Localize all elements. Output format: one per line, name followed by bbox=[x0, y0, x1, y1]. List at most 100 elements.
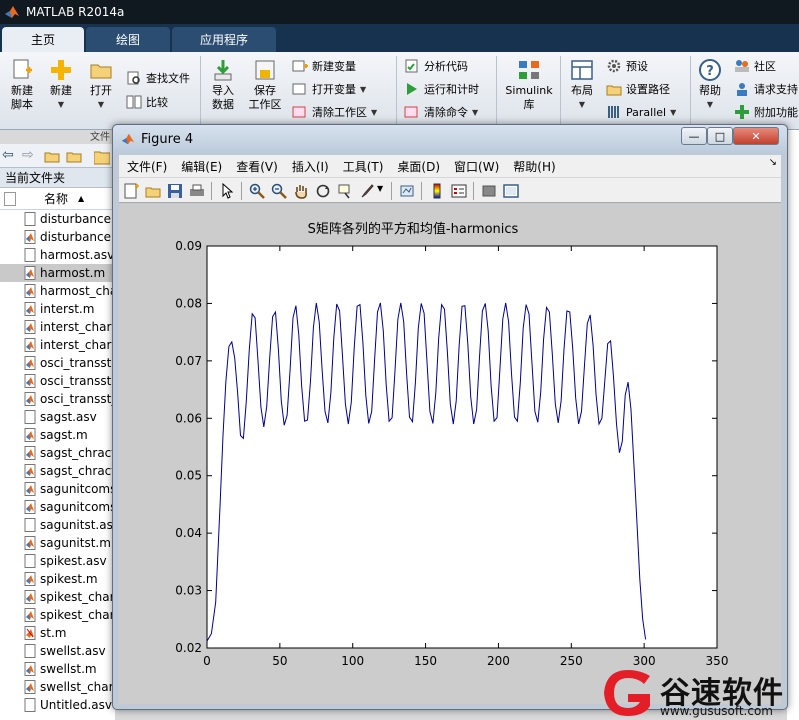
file-row[interactable]: spikest.m bbox=[0, 570, 115, 588]
chart-title: S矩阵各列的平方和均值-harmonics bbox=[308, 221, 519, 237]
new-variable-button[interactable]: 新建变量 bbox=[292, 56, 356, 76]
m-file-icon bbox=[24, 590, 36, 604]
dock-arrow-icon[interactable]: ↘ bbox=[769, 157, 777, 168]
file-row[interactable]: spikest.asv bbox=[0, 552, 115, 570]
file-row[interactable]: harmost_cha bbox=[0, 282, 115, 300]
help-button[interactable]: ? 帮助 ▼ bbox=[694, 58, 726, 112]
close-button[interactable]: ✕ bbox=[733, 127, 779, 145]
open-button[interactable]: 打开 ▼ bbox=[86, 58, 116, 112]
file-row[interactable]: osci_transst. bbox=[0, 354, 115, 372]
y-tick-label: 0.05 bbox=[175, 469, 202, 483]
menu-desktop[interactable]: 桌面(D) bbox=[397, 158, 440, 175]
data-cursor-icon[interactable] bbox=[337, 183, 353, 199]
up-folder-icon[interactable] bbox=[44, 148, 60, 164]
plot-area[interactable]: S矩阵各列的平方和均值-harmonics 0 50 100 150 200 250 300… bbox=[119, 204, 781, 704]
y-tick-label: 0.07 bbox=[175, 354, 202, 368]
y-tick-label: 0.06 bbox=[175, 411, 202, 425]
layout-button[interactable]: 布局 ▼ bbox=[566, 58, 598, 112]
import-data-button[interactable]: 导入 数据 bbox=[206, 58, 240, 112]
community-button[interactable]: 社区 bbox=[734, 56, 776, 76]
maximize-button[interactable]: □ bbox=[707, 127, 733, 145]
file-row[interactable]: osci_transst_ bbox=[0, 390, 115, 408]
set-path-button[interactable]: 设置路径 bbox=[606, 79, 670, 99]
community-icon bbox=[735, 60, 749, 72]
file-row[interactable]: spikest_char bbox=[0, 606, 115, 624]
open-file-icon[interactable] bbox=[145, 183, 161, 199]
file-row[interactable]: swellst.m bbox=[0, 660, 115, 678]
zoom-in-icon[interactable] bbox=[249, 183, 265, 199]
file-name: spikest.asv bbox=[40, 554, 107, 568]
new-figure-icon[interactable] bbox=[123, 183, 139, 199]
new-script-button[interactable]: 新建 脚本 bbox=[6, 58, 38, 112]
analyze-code-button[interactable]: 分析代码 bbox=[404, 56, 468, 76]
file-row[interactable]: sagst_chract bbox=[0, 462, 115, 480]
pan-hand-icon[interactable] bbox=[293, 183, 309, 199]
add-ons-button[interactable]: 附加功能 bbox=[734, 102, 798, 122]
menu-view[interactable]: 查看(V) bbox=[236, 158, 278, 175]
new-button[interactable]: 新建 ▼ bbox=[46, 58, 76, 112]
maximize-icon: □ bbox=[714, 129, 726, 143]
run-and-time-button[interactable]: 运行和计时 bbox=[404, 79, 479, 99]
file-row[interactable]: swellst.asv bbox=[0, 642, 115, 660]
file-row[interactable]: sagunitst.m bbox=[0, 534, 115, 552]
file-row[interactable]: osci_transst. bbox=[0, 372, 115, 390]
legend-icon[interactable] bbox=[451, 183, 467, 199]
print-icon[interactable] bbox=[189, 183, 205, 199]
name-column-header[interactable]: 名称 ▲ bbox=[0, 188, 115, 210]
chevron-down-icon[interactable]: ▼ bbox=[377, 184, 383, 193]
chevron-down-icon: ▼ bbox=[371, 107, 378, 117]
menu-insert[interactable]: 插入(I) bbox=[292, 158, 329, 175]
clear-workspace-button[interactable]: 清除工作区 ▼ bbox=[292, 102, 377, 122]
menu-edit[interactable]: 编辑(E) bbox=[181, 158, 222, 175]
rotate-3d-icon[interactable] bbox=[315, 183, 331, 199]
compare-button[interactable]: 比较 bbox=[126, 92, 168, 112]
tab-home[interactable]: 主页 bbox=[2, 27, 84, 52]
file-row[interactable]: interst.m bbox=[0, 300, 115, 318]
preferences-button[interactable]: 预设 bbox=[606, 56, 648, 76]
file-row[interactable]: swellst_chara bbox=[0, 678, 115, 696]
ribbon-separator bbox=[200, 56, 201, 126]
back-arrow-icon[interactable]: ⇦ bbox=[2, 147, 14, 163]
clear-commands-button[interactable]: 清除命令 ▼ bbox=[404, 102, 478, 122]
request-support-button[interactable]: 请求支持 bbox=[734, 79, 798, 99]
file-row[interactable]: sagst_chract bbox=[0, 444, 115, 462]
file-row[interactable]: sagunitcoms bbox=[0, 480, 115, 498]
colorbar-icon[interactable] bbox=[429, 183, 445, 199]
browse-folder-icon[interactable] bbox=[66, 148, 82, 164]
brush-icon[interactable] bbox=[359, 183, 375, 199]
show-plot-tools-icon[interactable] bbox=[503, 183, 519, 199]
file-row[interactable]: disturbance.asv bbox=[0, 210, 115, 228]
m-file-icon bbox=[24, 356, 36, 370]
open-variable-button[interactable]: 打开变量 ▼ bbox=[292, 79, 366, 99]
find-files-button[interactable]: 查找文件 bbox=[126, 68, 190, 88]
file-row[interactable]: sagunitcoms bbox=[0, 498, 115, 516]
select-all-checkbox[interactable] bbox=[4, 192, 16, 206]
parallel-button[interactable]: Parallel ▼ bbox=[606, 102, 676, 122]
simulink-button[interactable]: Simulink 库 bbox=[502, 58, 556, 112]
minimize-button[interactable]: — bbox=[681, 127, 707, 145]
file-row[interactable]: disturbance.m bbox=[0, 228, 115, 246]
save-workspace-button[interactable]: 保存 工作区 bbox=[246, 58, 284, 112]
file-row[interactable]: st.m bbox=[0, 624, 115, 642]
file-row[interactable]: interst_chara bbox=[0, 336, 115, 354]
menu-tools[interactable]: 工具(T) bbox=[343, 158, 384, 175]
zoom-out-icon[interactable] bbox=[271, 183, 287, 199]
file-row[interactable]: sagst.m bbox=[0, 426, 115, 444]
hide-plot-tools-icon[interactable] bbox=[481, 183, 497, 199]
file-row[interactable]: sagunitst.asv bbox=[0, 516, 115, 534]
file-row[interactable]: Untitled.asv bbox=[0, 696, 115, 714]
save-icon[interactable] bbox=[167, 183, 183, 199]
menu-file[interactable]: 文件(F) bbox=[127, 158, 167, 175]
file-row[interactable]: harmost.asv bbox=[0, 246, 115, 264]
file-row[interactable]: harmost.m bbox=[0, 264, 115, 282]
forward-arrow-icon[interactable]: ⇨ bbox=[22, 147, 34, 163]
file-row[interactable]: interst_chara bbox=[0, 318, 115, 336]
pointer-icon[interactable] bbox=[219, 183, 235, 199]
file-row[interactable]: spikest_char bbox=[0, 588, 115, 606]
link-plot-icon[interactable] bbox=[399, 183, 415, 199]
file-row[interactable]: sagst.asv bbox=[0, 408, 115, 426]
menu-window[interactable]: 窗口(W) bbox=[454, 158, 499, 175]
tab-plots[interactable]: 绘图 bbox=[86, 27, 170, 52]
tab-apps[interactable]: 应用程序 bbox=[172, 27, 276, 52]
menu-help[interactable]: 帮助(H) bbox=[513, 158, 555, 175]
